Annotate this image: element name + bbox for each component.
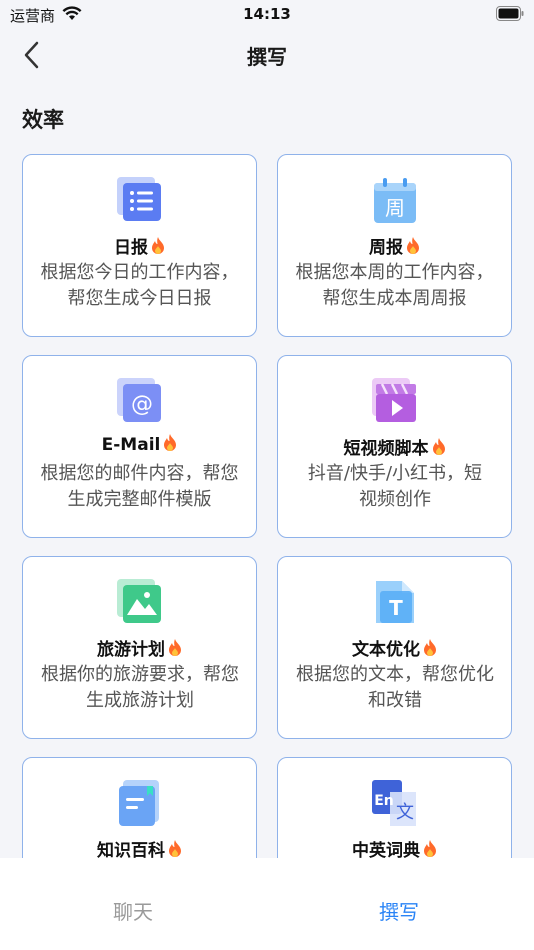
svg-text:@: @ — [131, 392, 153, 417]
card-title: 知识百科 — [23, 836, 256, 858]
at-mail-icon: @ — [117, 378, 161, 422]
fire-icon — [407, 237, 419, 254]
card-description: 根据您的邮件内容，帮您生成完整邮件模版 — [40, 463, 239, 510]
fire-icon — [432, 438, 445, 455]
fire-icon — [424, 840, 436, 857]
card-short-video-script[interactable]: 短视频脚本 抖音/快手/小红书，短视频创作 — [277, 355, 512, 538]
card-grid: 效率 日报 根据您今日的工作内容，帮您生成今日日报 周 周报 根据您本周的工作内… — [0, 0, 534, 858]
tab-write[interactable]: 撰写 — [339, 896, 459, 925]
fire-icon — [169, 639, 181, 656]
card-title: E-Mail — [23, 434, 256, 455]
section-title: 效率 — [22, 108, 64, 132]
card-cn-en-dictionary[interactable]: En 文 中英词典 — [277, 757, 512, 858]
card-email[interactable]: @ E-Mail 根据您的邮件内容，帮您生成完整邮件模版 — [22, 355, 257, 538]
card-title: 旅游计划 — [23, 635, 256, 660]
svg-text:T: T — [389, 596, 403, 620]
book-icon — [119, 780, 159, 826]
fire-icon — [164, 434, 177, 451]
card-description: 根据您本周的工作内容，帮您生成本周周报 — [295, 262, 494, 309]
fire-icon — [424, 639, 436, 656]
svg-text:文: 文 — [396, 802, 414, 823]
fire-icon — [152, 237, 164, 254]
svg-text:周: 周 — [385, 196, 405, 220]
card-description: 根据您今日的工作内容，帮您生成今日日报 — [40, 262, 239, 309]
card-title: 短视频脚本 — [278, 434, 511, 459]
card-encyclopedia[interactable]: 知识百科 — [22, 757, 257, 858]
card-description: 抖音/快手/小红书，短视频创作 — [307, 463, 483, 510]
list-doc-icon — [117, 177, 161, 221]
card-daily-report[interactable]: 日报 根据您今日的工作内容，帮您生成今日日报 — [22, 154, 257, 337]
tab-chat[interactable]: 聊天 — [73, 896, 193, 925]
card-title: 日报 — [23, 233, 256, 258]
text-doc-icon: T — [376, 581, 414, 623]
week-calendar-icon: 周 — [374, 178, 416, 223]
card-text-optimize[interactable]: T 文本优化 根据您的文本，帮您优化和改错 — [277, 556, 512, 739]
video-clapper-icon — [372, 378, 416, 422]
tab-bar: 聊天 撰写 — [0, 858, 534, 950]
landscape-image-icon — [117, 579, 161, 623]
card-title: 文本优化 — [278, 635, 511, 660]
translate-icon: En 文 — [372, 780, 416, 826]
card-description: 根据你的旅游要求，帮您生成旅游计划 — [41, 664, 239, 711]
card-description: 根据您的文本，帮您优化和改错 — [296, 664, 494, 711]
card-title: 周报 — [278, 233, 511, 258]
card-travel-plan[interactable]: 旅游计划 根据你的旅游要求，帮您生成旅游计划 — [22, 556, 257, 739]
card-title: 中英词典 — [278, 836, 511, 858]
svg-text:En: En — [374, 793, 394, 809]
card-weekly-report[interactable]: 周 周报 根据您本周的工作内容，帮您生成本周周报 — [277, 154, 512, 337]
fire-icon — [169, 840, 181, 857]
